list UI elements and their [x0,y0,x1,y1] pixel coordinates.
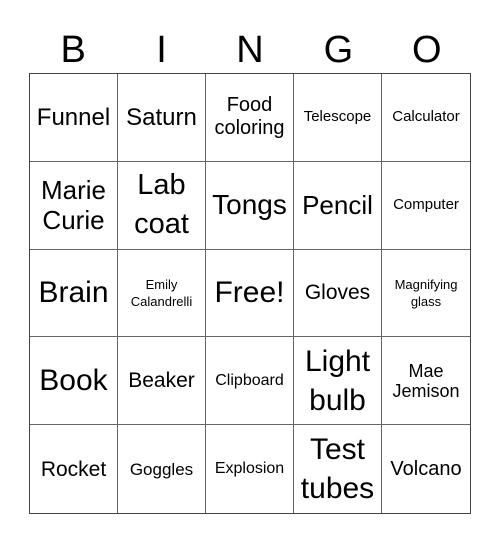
bingo-cell[interactable]: Beaker [118,337,206,426]
cell-label: Explosion [214,460,285,478]
bingo-header: B I N G O [29,28,471,73]
header-letter-o: O [411,29,442,71]
bingo-grid: Funnel Saturn Food coloring Telescope Ca… [29,73,471,514]
cell-label: Goggles [129,459,194,479]
bingo-cell[interactable]: Computer [382,162,470,250]
cell-label: Gloves [304,281,371,305]
bingo-cell[interactable]: Test tubes [294,425,382,513]
bingo-cell[interactable]: Light bulb [294,337,382,426]
header-letter-b: B [60,29,86,71]
bingo-cell[interactable]: Gloves [294,249,382,338]
cell-label: Marie Curie [40,175,106,236]
cell-label: Lab coat [134,169,189,241]
bingo-cell[interactable]: Food coloring [206,74,294,162]
bingo-cell[interactable]: Book [30,337,118,426]
cell-label: Beaker [128,369,195,393]
bingo-cell[interactable]: Funnel [30,74,118,162]
cell-label: Saturn [126,103,197,131]
header-letter-g: G [323,29,354,71]
bingo-cell[interactable]: Magnifying glass [382,250,470,338]
cell-label: Tongs [212,189,287,221]
bingo-cell[interactable]: Clipboard [206,337,294,426]
cell-label: Book [39,364,108,398]
cell-label: Mae Jemison [392,360,460,401]
bingo-cell[interactable]: Brain [30,249,118,338]
cell-label: Rocket [40,457,107,481]
cell-label: Free! [214,276,285,310]
cell-label: Clipboard [215,371,284,389]
bingo-cell[interactable]: Explosion [206,425,294,513]
bingo-cell[interactable]: Lab coat [118,161,206,250]
bingo-cell[interactable]: Saturn [118,74,206,162]
cell-label: Test tubes [300,433,375,506]
cell-label: Pencil [302,190,373,221]
cell-label: Emily Calandrelli [130,276,193,309]
free-space[interactable]: Free! [206,249,294,338]
cell-label: Telescope [303,108,372,126]
bingo-cell[interactable]: Pencil [294,161,382,250]
bingo-cell[interactable]: Mae Jemison [382,337,470,426]
header-letter-n: N [236,29,264,71]
bingo-cell[interactable]: Telescope [294,74,382,162]
bingo-cell[interactable]: Rocket [30,425,118,513]
bingo-cell[interactable]: Emily Calandrelli [118,249,206,338]
cell-label: Magnifying glass [394,276,458,309]
bingo-cell[interactable]: Calculator [382,74,470,162]
header-letter-i: I [156,29,167,71]
bingo-cell[interactable]: Volcano [382,425,470,513]
cell-label: Funnel [36,103,111,131]
bingo-cell[interactable]: Marie Curie [30,161,118,250]
cell-label: Computer [393,196,459,214]
cell-label: Volcano [390,457,462,480]
cell-label: Food coloring [214,94,285,140]
cell-label: Light bulb [304,344,371,417]
bingo-cell[interactable]: Tongs [206,161,294,250]
cell-label: Calculator [392,108,460,126]
cell-label: Brain [38,276,109,310]
bingo-cell[interactable]: Goggles [118,425,206,513]
